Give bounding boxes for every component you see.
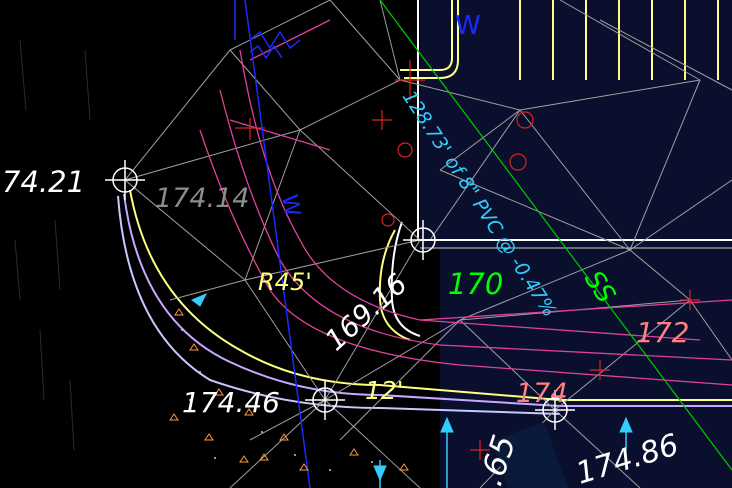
elev-left-label: 74.21 xyxy=(2,165,85,199)
water-w-label-rot: W xyxy=(276,193,304,219)
radius-label: R45' xyxy=(258,268,312,296)
contour-172-label: 172 xyxy=(636,316,689,349)
contour-170-label: 170 xyxy=(448,267,503,301)
water-w-label-top: W xyxy=(455,11,481,41)
dim-12-label: 12' xyxy=(365,376,404,405)
contour-174-label: 174 xyxy=(516,378,568,409)
elev-gray-label: 174.14 xyxy=(155,183,249,214)
cad-drawing-viewport[interactable]: 74.21 174.14 R45' 169.16 170 128.73' of … xyxy=(0,0,732,488)
cad-canvas[interactable]: 74.21 174.14 R45' 169.16 170 128.73' of … xyxy=(0,0,732,488)
background-hatch xyxy=(14,39,91,451)
elev-bottom-left-label: 174.46 xyxy=(182,386,280,419)
